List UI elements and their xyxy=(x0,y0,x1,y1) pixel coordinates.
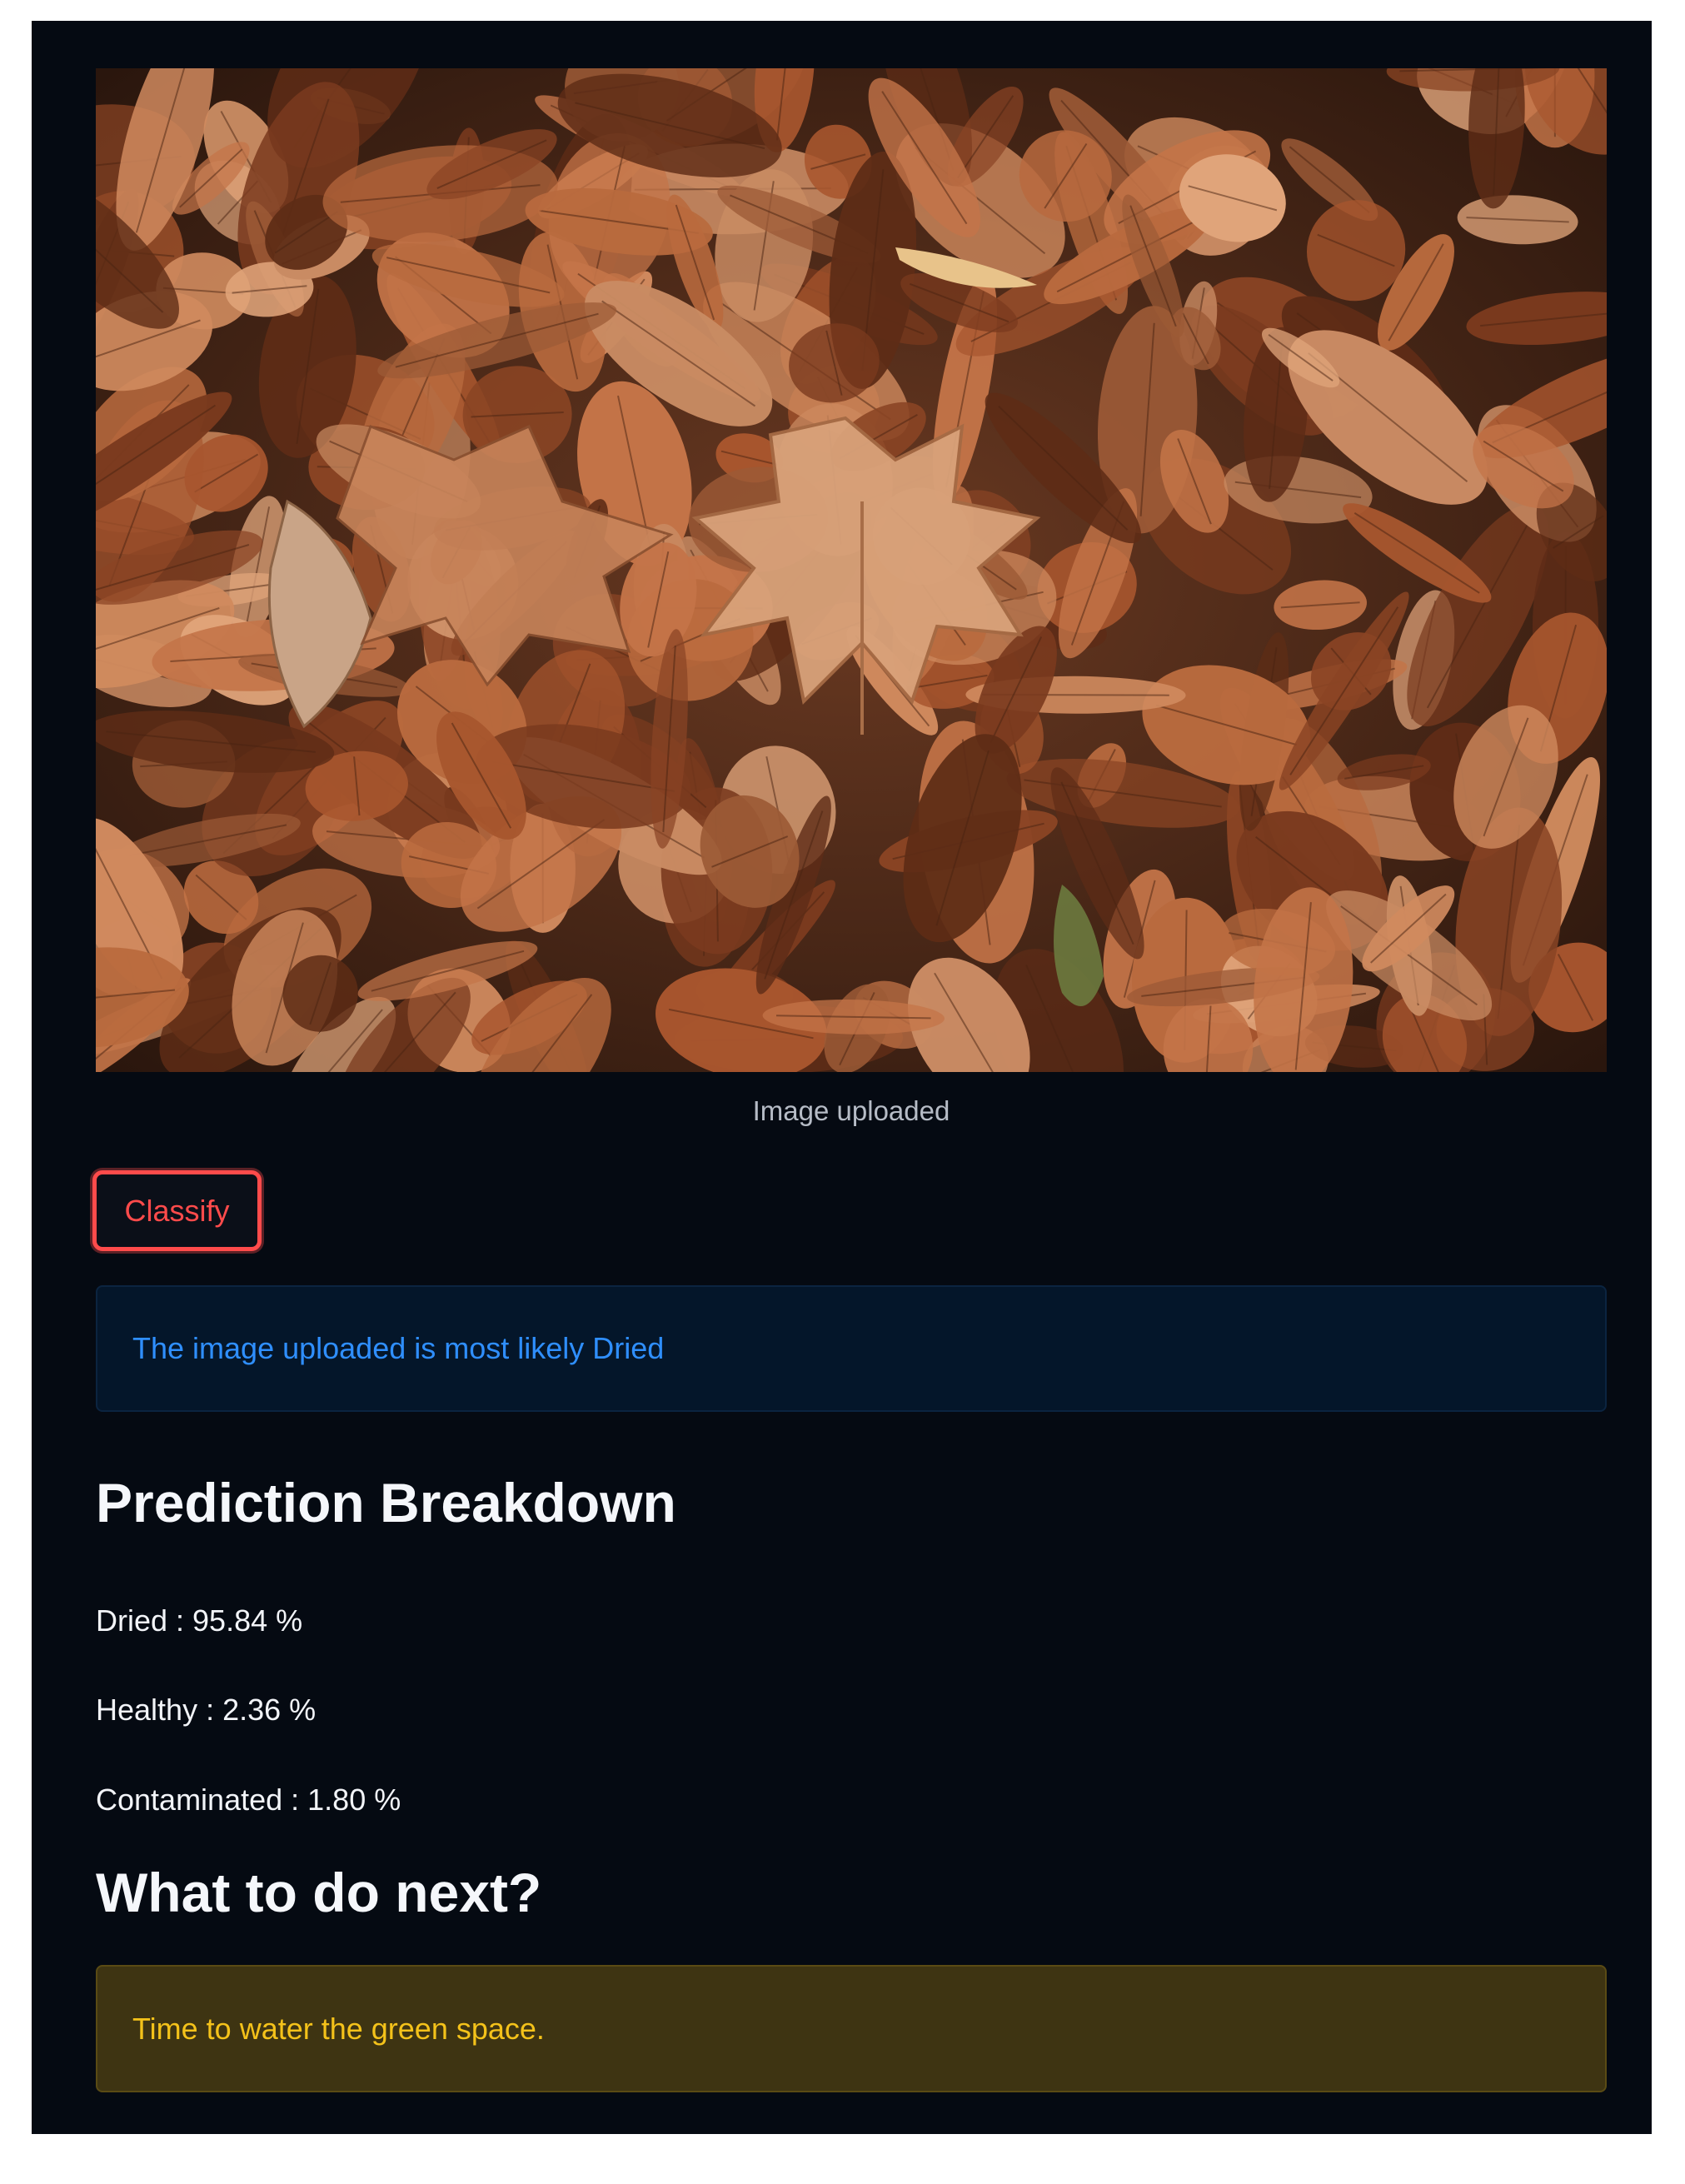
prediction-breakdown-heading: Prediction Breakdown xyxy=(96,1472,676,1533)
prediction-item-dried: Dried : 95.84 % xyxy=(96,1603,303,1638)
app-main: Image uploaded Classify The image upload… xyxy=(32,21,1652,2134)
image-caption: Image uploaded xyxy=(752,1095,950,1126)
prediction-item-healthy: Healthy : 2.36 % xyxy=(96,1693,317,1727)
dried-leaves-photo xyxy=(96,68,1607,1072)
advice-warning-alert: Time to water the green space. xyxy=(96,1965,1607,2092)
next-steps-heading: What to do next? xyxy=(96,1862,542,1923)
result-info-alert: The image uploaded is most likely Dried xyxy=(96,1285,1607,1412)
uploaded-image xyxy=(96,68,1607,1072)
prediction-item-contaminated: Contaminated : 1.80 % xyxy=(96,1783,401,1817)
classify-button[interactable]: Classify xyxy=(92,1170,262,1251)
advice-message: Time to water the green space. xyxy=(132,2011,545,2046)
result-message: The image uploaded is most likely Dried xyxy=(132,1331,665,1365)
